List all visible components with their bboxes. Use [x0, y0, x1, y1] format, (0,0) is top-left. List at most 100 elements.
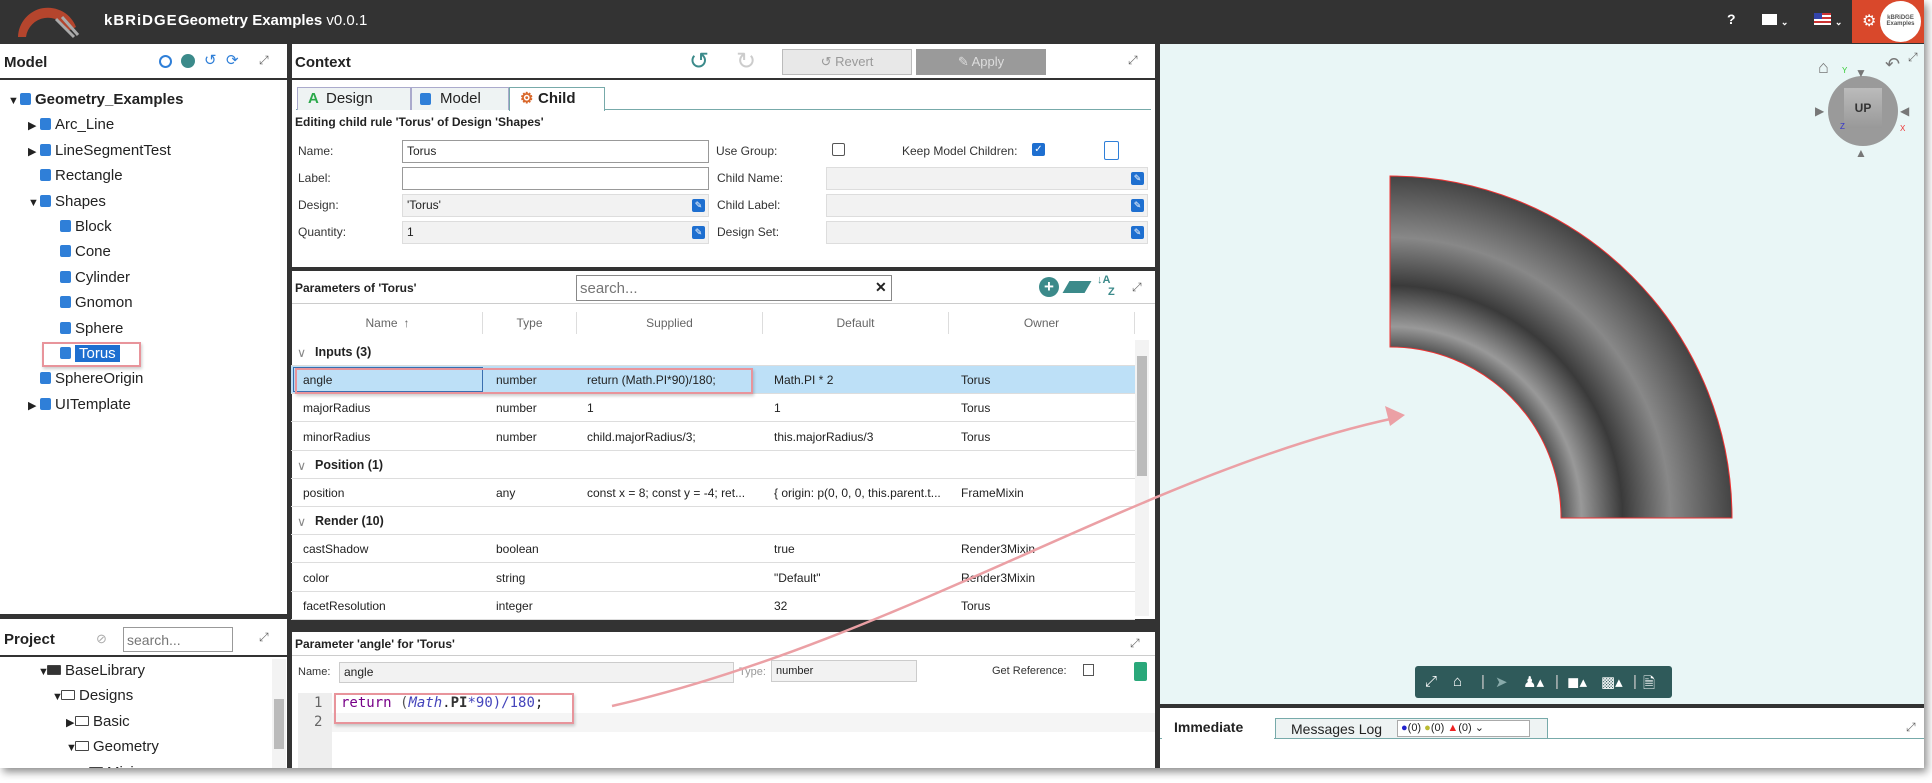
message-counts[interactable]: ●(0) ●(0) ▲(0) ⌄: [1397, 720, 1530, 737]
sort-az-icon[interactable]: ↓A Z: [1097, 274, 1115, 298]
tab-messages-log[interactable]: Messages Log ●(0) ●(0) ▲(0) ⌄: [1275, 718, 1548, 739]
eraser-icon[interactable]: [1062, 281, 1092, 293]
caret-right-icon[interactable]: ▶: [28, 394, 40, 418]
tree-item[interactable]: Gnomon: [48, 291, 133, 315]
tab-immediate[interactable]: Immediate: [1162, 716, 1274, 739]
child-name-input[interactable]: ✎: [826, 167, 1148, 190]
table-row[interactable]: castShadow boolean true Render3Mixin: [291, 535, 1135, 564]
project-scrollbar[interactable]: [272, 659, 286, 768]
table-row[interactable]: minorRadius number child.majorRadius/3; thi…: [291, 423, 1135, 451]
rotate-view-icon[interactable]: ↶: [1885, 54, 1900, 75]
project-tree-item[interactable]: ▼ BaseLibrary: [38, 659, 145, 683]
column-header[interactable]: Default: [763, 312, 949, 334]
fit-view-icon[interactable]: ⤢: [1425, 673, 1437, 690]
play-icon[interactable]: [159, 55, 172, 68]
edit-icon[interactable]: ✎: [692, 226, 705, 239]
column-header[interactable]: Owner: [949, 312, 1135, 334]
param-name-input[interactable]: angle: [339, 662, 734, 683]
3d-viewer[interactable]: ⌂ ↶ ⤢ UP Y Z X ▼ ▲ ▶ ◀: [1160, 44, 1924, 704]
group-row[interactable]: ∨ Position (1): [291, 451, 1135, 479]
select-pointer-icon[interactable]: ➤: [1495, 673, 1508, 691]
tree-item[interactable]: Rectangle: [28, 164, 123, 188]
refresh-icon[interactable]: ⟳: [226, 51, 239, 69]
document-icon[interactable]: [1134, 662, 1147, 681]
mail-menu-button[interactable]: ⌄: [1762, 12, 1788, 28]
project-tree-item[interactable]: ▼ Designs: [52, 684, 133, 708]
camera-icon[interactable]: ▩▴: [1601, 673, 1623, 691]
navcube-face[interactable]: UP: [1844, 88, 1882, 128]
rotate-left-arrow[interactable]: ▶: [1815, 104, 1824, 118]
display-mode-icon[interactable]: ◼▴: [1567, 673, 1587, 691]
table-row[interactable]: majorRadius number 1 1 Torus: [291, 394, 1135, 423]
person-view-icon[interactable]: ♟▴: [1523, 673, 1544, 691]
design-input[interactable]: 'Torus' ✎: [402, 194, 709, 217]
revert-button[interactable]: ↺ Revert: [782, 49, 912, 75]
caret-down-icon[interactable]: ▼: [66, 736, 77, 760]
column-header[interactable]: Supplied: [577, 312, 763, 334]
tree-item[interactable]: Cone: [48, 240, 111, 264]
expand-icon[interactable]: ⤢: [259, 53, 269, 68]
collapse-chevron-icon[interactable]: ∨: [297, 514, 306, 529]
navigation-cube[interactable]: UP Y Z X: [1828, 66, 1905, 146]
get-reference-checkbox[interactable]: [1083, 664, 1094, 676]
expand-icon[interactable]: ⤢: [1132, 280, 1142, 295]
use-group-checkbox[interactable]: [832, 143, 845, 156]
caret-right-icon[interactable]: ▶: [66, 711, 75, 735]
project-search-input[interactable]: [123, 627, 233, 652]
caret-right-icon[interactable]: ▶: [80, 762, 89, 769]
visibility-icon[interactable]: ⊘: [96, 631, 107, 647]
help-button[interactable]: ?: [1727, 11, 1736, 27]
home-view-icon[interactable]: ⌂: [1818, 57, 1829, 78]
column-header[interactable]: Type: [483, 312, 577, 334]
caret-down-icon[interactable]: ▼: [52, 685, 63, 709]
caret-down-icon[interactable]: ▼: [8, 89, 20, 113]
param-type-input[interactable]: number: [771, 660, 917, 682]
project-tree-item[interactable]: ▶ Basic: [66, 710, 130, 734]
table-row[interactable]: color string "Default" Render3Mixin: [291, 564, 1135, 592]
redo-button[interactable]: ↻: [736, 47, 756, 76]
tree-item[interactable]: ▶ UITemplate: [28, 393, 131, 417]
tab-design[interactable]: A Design: [297, 87, 411, 110]
pdf-export-icon[interactable]: 🗎: [1643, 673, 1655, 698]
name-input[interactable]: Torus: [402, 140, 709, 163]
tree-item[interactable]: Sphere: [48, 317, 123, 341]
caret-down-icon[interactable]: ▼: [38, 660, 49, 684]
undo-icon[interactable]: ↺: [204, 51, 217, 69]
quantity-input[interactable]: 1 ✎: [402, 221, 709, 244]
label-input[interactable]: [402, 167, 709, 190]
group-row[interactable]: ∨ Inputs (3): [291, 338, 1135, 366]
tab-model[interactable]: Model: [411, 87, 509, 110]
settings-button[interactable]: ⚙ kBRiDGE Examples: [1852, 0, 1924, 43]
rotate-right-arrow[interactable]: ◀: [1900, 104, 1909, 118]
table-row[interactable]: position any const x = 8; const y = -4; re…: [291, 479, 1135, 507]
tree-item[interactable]: SphereOrigin: [28, 367, 143, 391]
edit-icon[interactable]: ✎: [1131, 172, 1144, 185]
child-label-input[interactable]: ✎: [826, 194, 1148, 217]
tree-item[interactable]: ▼ Geometry_Examples: [8, 88, 183, 112]
column-header[interactable]: Name ↑: [293, 312, 483, 334]
design-set-input[interactable]: ✎: [826, 221, 1148, 244]
tab-child[interactable]: ⚙ Child: [509, 87, 605, 111]
caret-down-icon[interactable]: ▼: [28, 191, 40, 215]
table-row[interactable]: facetResolution integer 32 Torus: [291, 592, 1135, 620]
keep-children-checkbox[interactable]: ✓: [1032, 143, 1045, 156]
language-menu-button[interactable]: ⌄: [1814, 12, 1842, 28]
caret-right-icon[interactable]: ▶: [28, 140, 40, 164]
edit-icon[interactable]: ✎: [1131, 199, 1144, 212]
expand-icon[interactable]: ⤢: [1908, 50, 1918, 65]
document-icon[interactable]: [1104, 141, 1119, 160]
collapse-chevron-icon[interactable]: ∨: [297, 345, 306, 360]
edit-icon[interactable]: ✎: [692, 199, 705, 212]
tree-item[interactable]: ▶ LineSegmentTest: [28, 139, 171, 163]
tree-item[interactable]: ▼ Shapes: [28, 190, 106, 214]
expand-icon[interactable]: ⤢: [1128, 53, 1138, 68]
edit-icon[interactable]: ✎: [1131, 226, 1144, 239]
chevron-down-icon[interactable]: ⌄: [1475, 722, 1484, 734]
rotate-up-arrow[interactable]: ▼: [1855, 66, 1867, 80]
expand-icon[interactable]: ⤢: [259, 630, 269, 645]
expand-icon[interactable]: ⤢: [1130, 636, 1140, 651]
parameters-search-input[interactable]: [576, 275, 892, 301]
tree-item[interactable]: ▶ Arc_Line: [28, 113, 114, 137]
user-avatar[interactable]: kBRiDGE Examples: [1880, 1, 1921, 42]
undo-button[interactable]: ↺: [689, 47, 709, 76]
